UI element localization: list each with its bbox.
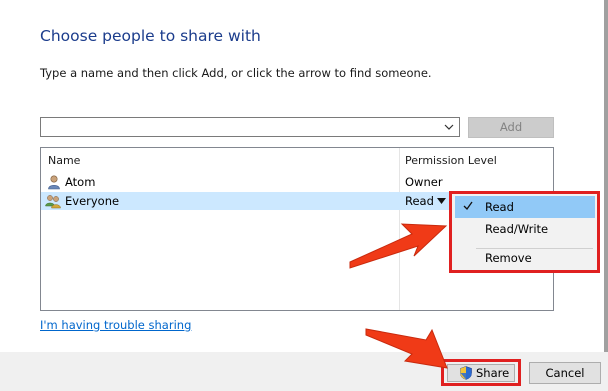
arrow-to-menu [349, 223, 448, 269]
annotation-arrows [349, 223, 448, 369]
arrow-to-share [365, 328, 448, 369]
